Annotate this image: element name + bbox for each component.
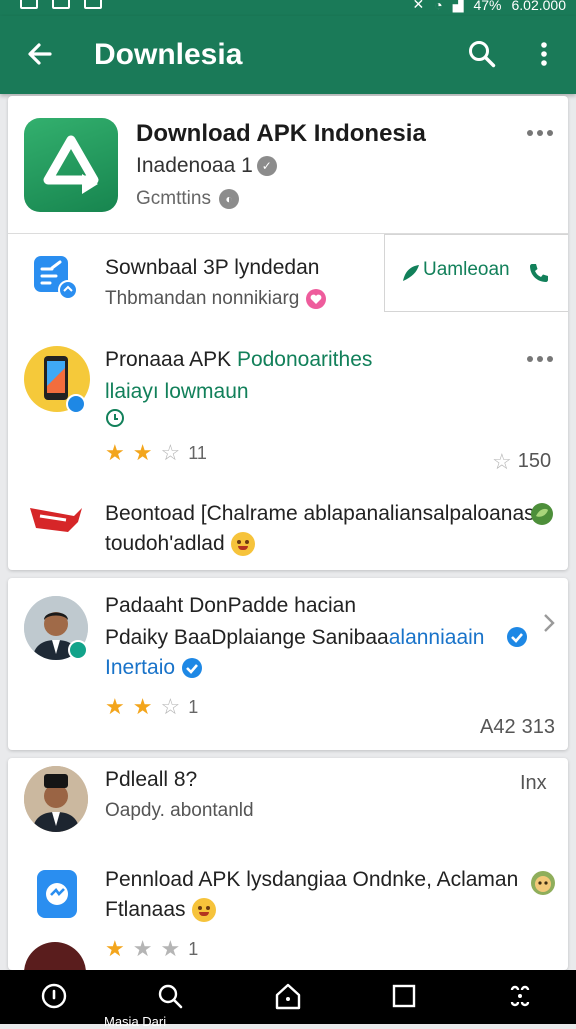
battery-text: 47% — [473, 0, 502, 13]
status-bar: ✕ ◔ ▟ 47% 6.02.000 — [0, 0, 576, 16]
main-card: Download APK Indonesia Inadenoaa 1 ✓ Gcm… — [8, 96, 568, 570]
globe-icon: ◐ — [218, 189, 239, 209]
star-icon: ★ — [105, 694, 125, 719]
emoji-icon — [531, 871, 555, 895]
hero-subtitle-text: Inadenoaa 1 — [136, 154, 253, 177]
card-tag: Inertaio — [105, 656, 203, 680]
home-icon[interactable] — [272, 980, 304, 1012]
row-title-text: Pronaaa APK — [105, 348, 232, 371]
star-icon: ★ — [132, 440, 153, 465]
row-subtitle: llaiayı lowmaun — [105, 380, 249, 403]
clock-text: 6.02.000 — [511, 0, 567, 13]
star-outline-icon: ★ — [132, 936, 153, 961]
app-logo-icon[interactable] — [24, 118, 118, 212]
chevron-right-icon[interactable] — [542, 612, 556, 634]
leaf-icon — [531, 503, 553, 525]
star-outline-icon: ☆ — [160, 440, 181, 465]
card-subtitle: Pdaiky BaaDplaiange Sanibaaalanniaain — [105, 626, 484, 650]
hero-meta: Gcmttins ◐ — [136, 188, 239, 210]
clock-icon — [106, 409, 124, 427]
card-title[interactable]: Padaaht DonPadde hacian — [105, 594, 356, 618]
phone-icon[interactable] — [527, 261, 551, 285]
smile-emoji-icon — [191, 898, 216, 922]
verified-icon — [182, 658, 203, 678]
send-icon — [403, 265, 419, 281]
row-subtitle-text: toudoh'adlad — [105, 532, 225, 555]
row-title-accent: Podonoarithes — [236, 348, 373, 371]
row-subtitle: Ftlanaas — [105, 898, 216, 922]
toolbox-icon — [30, 508, 82, 532]
card-subtitle: Oapdy. abontanld — [105, 800, 254, 821]
more-horiz-icon[interactable] — [526, 128, 554, 138]
row-title[interactable]: Pennload APK lysdangiaa Ondnke, Aclaman — [105, 868, 518, 892]
nav-label: Masia Dari — [104, 1014, 167, 1029]
card-corner: Inx — [520, 772, 547, 794]
row-subtitle: Thbmandan nonnikiarg — [105, 288, 327, 310]
rating-count: 11 — [188, 442, 207, 463]
messenger-app-icon — [37, 870, 77, 918]
star-count-text: 150 — [517, 450, 552, 472]
star-outline-icon: ☆ — [492, 448, 512, 474]
star-rating: ★ ★ ☆ 1 — [105, 696, 198, 718]
app-bar: Downlesia — [0, 16, 576, 94]
star-rating: ★ ★ ☆ 11 — [105, 442, 207, 464]
hero-title[interactable]: Download APK Indonesia — [136, 120, 426, 148]
apps-icon[interactable] — [504, 980, 536, 1012]
notification-icon — [20, 0, 38, 9]
rating-count: 1 — [188, 938, 199, 959]
card-subtitle-accent: alanniaain — [388, 626, 485, 649]
verified-icon — [66, 394, 86, 414]
card-right-text: 313 — [521, 716, 555, 738]
card-title[interactable]: Pdleall 8? — [105, 768, 197, 792]
action-box: Uamleoan — [384, 234, 568, 312]
app-title: Downlesia — [94, 38, 243, 71]
document-app-icon — [34, 256, 78, 300]
row-subtitle-text: Thbmandan nonnikiarg — [105, 288, 300, 309]
star-outline-icon: ★ — [160, 936, 181, 961]
row-title[interactable]: Pronaaa APK Podonoarithes — [105, 348, 372, 372]
partial-avatar[interactable] — [24, 942, 86, 970]
image-notification-icon — [52, 0, 70, 9]
more-vert-icon[interactable] — [534, 38, 554, 70]
profile-card[interactable]: Padaaht DonPadde hacian Pdaiky BaaDplaia… — [8, 578, 568, 750]
star-rating: ★ ★ ★ 1 — [105, 938, 198, 960]
info-icon: ✓ — [256, 156, 277, 176]
rating-count: 1 — [188, 696, 199, 717]
card-right-value: A42 313 — [480, 716, 555, 739]
action-label[interactable]: Uamleoan — [423, 259, 510, 281]
star-icon: ★ — [105, 440, 125, 465]
bottom-nav-bar: Masia Dari — [0, 970, 576, 1029]
row-title[interactable]: Sownbaal 3P lyndedan — [105, 256, 319, 280]
hero-meta-text: Gcmttins — [136, 188, 211, 209]
back-arrow-icon[interactable] — [24, 38, 56, 70]
star-icon: ★ — [132, 694, 153, 719]
row-subtitle: toudoh'adlad — [105, 532, 255, 556]
smile-emoji-icon — [230, 532, 255, 556]
star-icon: ★ — [105, 936, 125, 961]
verified-icon — [68, 640, 88, 660]
wifi-icon: ◔ — [434, 0, 443, 13]
mail-icon — [84, 0, 102, 9]
card-subtitle-text: Pdaiky BaaDplaiange Sanibaa — [105, 626, 389, 649]
list-card[interactable]: Pdleall 8? Oapdy. abontanld Inx Pennload… — [8, 758, 568, 970]
verified-icon — [507, 627, 527, 647]
bluetooth-icon: ✕ — [412, 0, 425, 12]
card-right-prefix: A42 — [480, 716, 516, 738]
row-title[interactable]: Beontoad [Chalrame ablapanaliansalpaloan… — [105, 502, 535, 526]
row-subtitle-text: Ftlanaas — [105, 898, 186, 921]
compass-icon[interactable] — [38, 980, 70, 1012]
star-count: ☆ 150 — [492, 450, 551, 473]
star-outline-icon: ☆ — [160, 694, 181, 719]
hero-subtitle: Inadenoaa 1 ✓ — [136, 154, 277, 178]
search-icon[interactable] — [466, 38, 498, 70]
square-icon[interactable] — [388, 980, 420, 1012]
signal-icon: ▟ — [452, 0, 464, 12]
heart-icon — [306, 289, 327, 309]
profile-avatar[interactable] — [24, 766, 88, 832]
more-horiz-icon[interactable] — [526, 354, 554, 364]
card-tag-text: Inertaio — [105, 656, 176, 679]
search-icon[interactable] — [154, 980, 186, 1012]
